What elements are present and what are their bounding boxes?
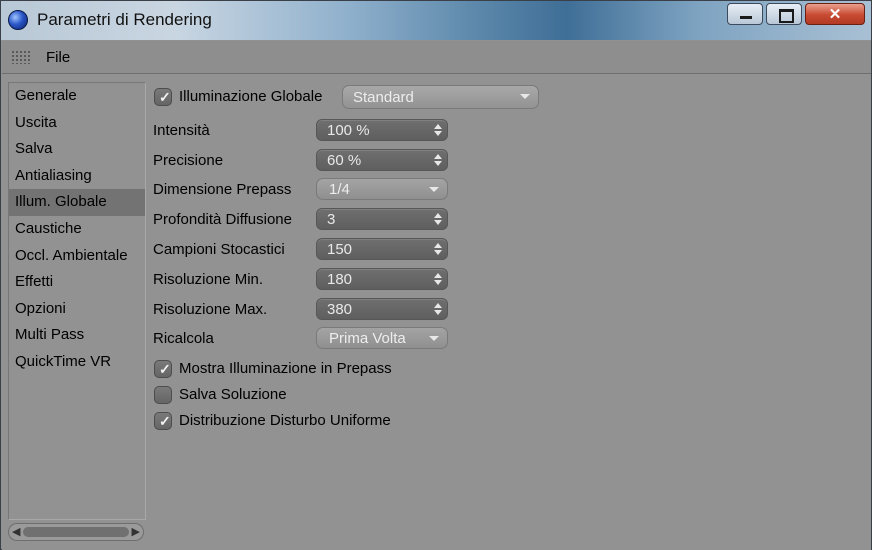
campioni-stocastici-field[interactable]: 150 <box>316 238 448 260</box>
cinema4d-app-icon <box>8 10 28 30</box>
sidebar-item-salva[interactable]: Salva <box>9 136 145 163</box>
sidebar-item-illum-globale[interactable]: Illum. Globale <box>9 189 145 216</box>
intensita-label: Intensità <box>153 122 210 139</box>
dimensione-prepass-label: Dimensione Prepass <box>153 181 292 198</box>
chevron-down-icon <box>520 94 530 99</box>
chevron-down-icon <box>429 187 439 192</box>
gi-enable-checkbox[interactable]: ✓ <box>154 88 172 106</box>
checkmark-icon: ✓ <box>159 361 171 377</box>
sidebar-item-occl-ambientale[interactable]: Occl. Ambientale <box>9 243 145 270</box>
grip-icon[interactable] <box>11 50 31 64</box>
scroll-left-icon[interactable]: ◀ <box>12 525 20 538</box>
minimize-icon <box>740 16 752 19</box>
campioni-stocastici-label: Campioni Stocastici <box>153 241 285 258</box>
checkmark-icon: ✓ <box>159 413 171 429</box>
maximize-icon <box>779 9 794 23</box>
sidebar-item-antialiasing[interactable]: Antialiasing <box>9 163 145 190</box>
spinner-arrows-icon[interactable] <box>434 241 442 257</box>
risoluzione-min-field[interactable]: 180 <box>316 268 448 290</box>
spinner-arrows-icon[interactable] <box>434 152 442 168</box>
menu-file[interactable]: File <box>46 49 70 66</box>
checkmark-icon: ✓ <box>159 89 171 105</box>
close-icon: ✕ <box>828 6 842 23</box>
spinner-arrows-icon[interactable] <box>434 271 442 287</box>
sidebar-item-quicktime-vr[interactable]: QuickTime VR <box>9 349 145 376</box>
campioni-stocastici-value: 150 <box>327 241 353 258</box>
sidebar-item-multi-pass[interactable]: Multi Pass <box>9 322 145 349</box>
scrollbar-thumb[interactable] <box>23 527 129 537</box>
mostra-label: Mostra Illuminazione in Prepass <box>179 360 392 377</box>
risoluzione-min-value: 180 <box>327 271 353 288</box>
title-bar[interactable]: Parametri di Rendering ✕ <box>1 1 871 40</box>
profondita-diffusione-label: Profondità Diffusione <box>153 211 292 228</box>
dimensione-prepass-dropdown[interactable]: 1/4 <box>316 178 448 200</box>
sidebar-item-effetti[interactable]: Effetti <box>9 269 145 296</box>
precisione-field[interactable]: 60 % <box>316 149 448 171</box>
profondita-diffusione-field[interactable]: 3 <box>316 208 448 230</box>
precisione-label: Precisione <box>153 152 224 169</box>
intensita-value: 100 % <box>327 122 370 139</box>
sidebar-item-opzioni[interactable]: Opzioni <box>9 296 145 323</box>
risoluzione-min-label: Risoluzione Min. <box>153 271 264 288</box>
ricalcola-value: Prima Volta <box>329 330 406 347</box>
profondita-diffusione-value: 3 <box>327 211 336 228</box>
ricalcola-label: Ricalcola <box>153 330 214 347</box>
maximize-button[interactable] <box>766 3 802 25</box>
distribuzione-checkbox[interactable]: ✓ <box>154 412 172 430</box>
render-settings-window: Parametri di Rendering ✕ File Generale U… <box>0 0 872 550</box>
risoluzione-max-label: Risoluzione Max. <box>153 301 268 318</box>
minimize-button[interactable] <box>727 3 763 25</box>
sidebar-item-uscita[interactable]: Uscita <box>9 110 145 137</box>
sidebar-horizontal-scrollbar[interactable]: ◀ ▶ <box>8 523 144 541</box>
category-sidebar: Generale Uscita Salva Antialiasing Illum… <box>8 82 146 520</box>
menu-bar: File <box>2 41 871 74</box>
sidebar-item-caustiche[interactable]: Caustiche <box>9 216 145 243</box>
spinner-arrows-icon[interactable] <box>434 301 442 317</box>
salva-soluzione-label: Salva Soluzione <box>179 386 287 403</box>
dimensione-prepass-value: 1/4 <box>329 181 350 198</box>
chevron-down-icon <box>429 336 439 341</box>
window-title: Parametri di Rendering <box>37 10 212 29</box>
mostra-checkbox[interactable]: ✓ <box>154 360 172 378</box>
sidebar-item-generale[interactable]: Generale <box>9 83 145 110</box>
salva-soluzione-checkbox[interactable] <box>154 386 172 404</box>
risoluzione-max-value: 380 <box>327 301 353 318</box>
gi-mode-dropdown[interactable]: Standard <box>342 85 539 109</box>
close-button[interactable]: ✕ <box>805 3 865 25</box>
risoluzione-max-field[interactable]: 380 <box>316 298 448 320</box>
precisione-value: 60 % <box>327 152 362 169</box>
spinner-arrows-icon[interactable] <box>434 122 442 138</box>
intensita-field[interactable]: 100 % <box>316 119 448 141</box>
gi-enable-label: Illuminazione Globale <box>179 88 323 105</box>
scroll-right-icon[interactable]: ▶ <box>132 525 140 538</box>
ricalcola-dropdown[interactable]: Prima Volta <box>316 327 448 349</box>
distribuzione-label: Distribuzione Disturbo Uniforme <box>179 412 391 429</box>
spinner-arrows-icon[interactable] <box>434 211 442 227</box>
gi-mode-value: Standard <box>353 89 414 106</box>
